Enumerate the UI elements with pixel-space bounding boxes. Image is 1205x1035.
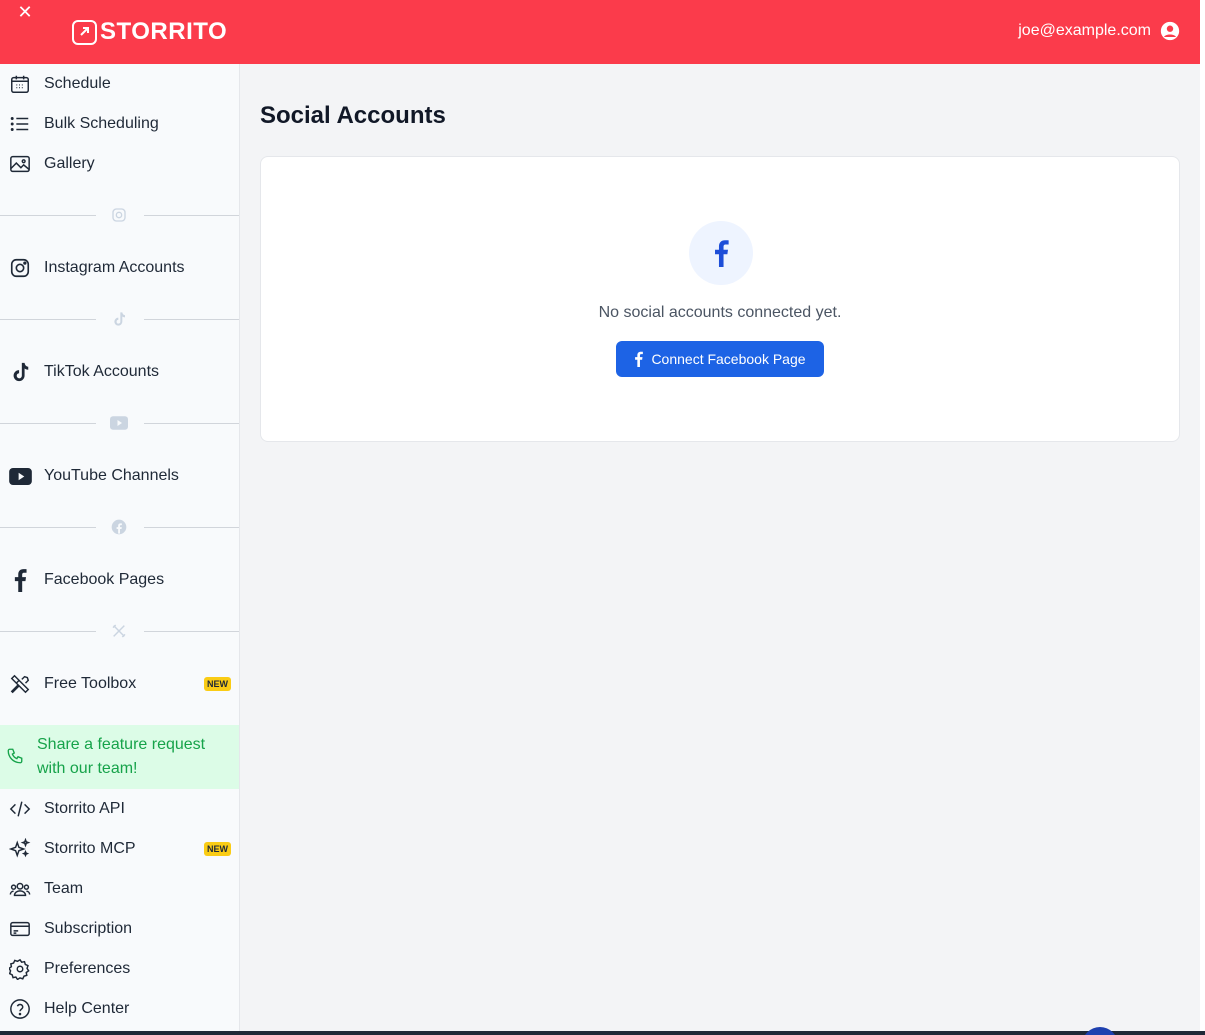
phone-icon bbox=[6, 747, 26, 767]
tiktok-icon bbox=[8, 360, 32, 384]
sidebar-item-gallery[interactable]: Gallery bbox=[0, 144, 239, 184]
sidebar-item-tiktok-accounts[interactable]: TikTok Accounts bbox=[0, 352, 239, 392]
user-email: joe@example.com bbox=[1018, 22, 1151, 39]
team-icon bbox=[8, 877, 32, 901]
code-icon bbox=[8, 797, 32, 821]
facebook-icon bbox=[109, 518, 129, 536]
sidebar-item-free-toolbox[interactable]: Free Toolbox NEW bbox=[0, 664, 239, 704]
sidebar-item-schedule[interactable]: Schedule bbox=[0, 64, 239, 104]
empty-state-card: No social accounts connected yet. Connec… bbox=[260, 156, 1180, 442]
brand-logo[interactable]: STORRITO bbox=[72, 18, 228, 45]
calendar-icon bbox=[8, 72, 32, 96]
feature-request-link[interactable]: Share a feature request with our team! bbox=[0, 725, 239, 789]
section-divider-tiktok bbox=[0, 309, 239, 329]
instagram-icon bbox=[109, 206, 129, 224]
sidebar-item-youtube-channels[interactable]: YouTube Channels bbox=[0, 456, 239, 496]
sidebar-item-preferences[interactable]: Preferences bbox=[0, 949, 239, 989]
connect-facebook-page-button[interactable]: Connect Facebook Page bbox=[616, 341, 824, 377]
sidebar: Schedule Bulk Scheduling Gallery Instagr… bbox=[0, 64, 240, 1035]
window-edge bbox=[1200, 0, 1205, 1035]
gear-icon bbox=[8, 957, 32, 981]
section-divider-tools bbox=[0, 621, 239, 641]
sidebar-item-help-center[interactable]: Help Center bbox=[0, 989, 239, 1029]
youtube-icon bbox=[109, 414, 129, 432]
new-badge: NEW bbox=[204, 677, 231, 691]
connect-button-label: Connect Facebook Page bbox=[651, 351, 806, 367]
new-badge: NEW bbox=[204, 842, 231, 856]
youtube-icon bbox=[8, 464, 32, 488]
facebook-icon bbox=[8, 568, 32, 592]
close-icon[interactable]: ✕ bbox=[16, 2, 34, 22]
instagram-icon bbox=[8, 256, 32, 280]
sidebar-item-storrito-api[interactable]: Storrito API bbox=[0, 789, 239, 829]
image-icon bbox=[8, 152, 32, 176]
facebook-icon bbox=[635, 351, 644, 367]
tools-icon bbox=[8, 672, 32, 696]
logo-mark-icon bbox=[72, 19, 97, 45]
sidebar-item-subscription[interactable]: Subscription bbox=[0, 909, 239, 949]
empty-state-message: No social accounts connected yet. bbox=[598, 304, 842, 321]
sidebar-item-team[interactable]: Team bbox=[0, 869, 239, 909]
credit-card-icon bbox=[8, 917, 32, 941]
list-icon bbox=[8, 112, 32, 136]
section-divider-instagram bbox=[0, 205, 239, 225]
tiktok-icon bbox=[109, 310, 129, 328]
page-title: Social Accounts bbox=[260, 102, 446, 129]
help-icon bbox=[8, 997, 32, 1021]
section-divider-facebook bbox=[0, 517, 239, 537]
tools-icon bbox=[109, 622, 129, 640]
top-bar: ✕ STORRITO joe@example.com bbox=[0, 0, 1200, 64]
main-content: Social Accounts No social accounts conne… bbox=[240, 64, 1200, 1035]
sidebar-item-facebook-pages[interactable]: Facebook Pages bbox=[0, 560, 239, 600]
sidebar-item-instagram-accounts[interactable]: Instagram Accounts bbox=[0, 248, 239, 288]
user-avatar-icon bbox=[1160, 21, 1180, 41]
facebook-icon bbox=[689, 221, 753, 285]
sidebar-item-storrito-mcp[interactable]: Storrito MCP NEW bbox=[0, 829, 239, 869]
bottom-edge bbox=[0, 1031, 1205, 1035]
user-menu[interactable]: joe@example.com bbox=[1018, 20, 1181, 42]
section-divider-youtube bbox=[0, 413, 239, 433]
sparkles-icon bbox=[8, 837, 32, 861]
brand-name: STORRITO bbox=[100, 18, 228, 45]
sidebar-item-bulk-scheduling[interactable]: Bulk Scheduling bbox=[0, 104, 239, 144]
